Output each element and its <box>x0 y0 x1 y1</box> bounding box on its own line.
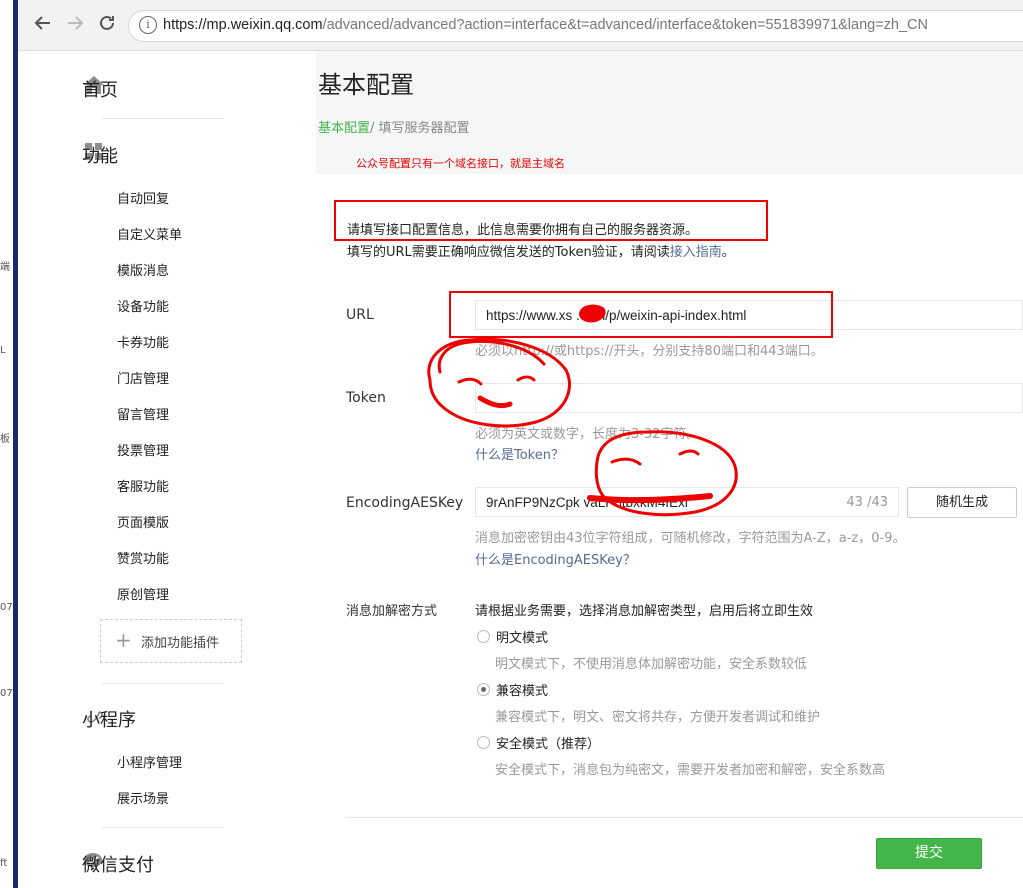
annotation-box <box>449 291 833 338</box>
main-content: 基本配置 基本配置/ 填写服务器配置 公众号配置只有一个域名接口，就是主域名 请… <box>316 51 1023 888</box>
radio-compatible[interactable]: 兼容模式 <box>477 680 548 699</box>
what-is-token-link[interactable]: 什么是Token？ <box>475 444 564 463</box>
aes-input[interactable]: 9rAnFP9NzCpk vaLP8tbxkM4fExl 43 /43 <box>475 487 899 517</box>
address-bar[interactable]: i https://mp.weixin.qq.com/advanced/adva… <box>128 10 1023 42</box>
strip-text: 板 <box>0 434 10 445</box>
radio-button[interactable] <box>477 630 490 643</box>
radio-desc: 明文模式下，不使用消息体加解密功能，安全系数较低 <box>495 657 808 672</box>
plus-icon: + <box>115 628 132 652</box>
sidebar-item[interactable]: 留言管理 <box>117 404 169 423</box>
divider <box>102 683 224 684</box>
breadcrumb-basic-config[interactable]: 基本配置 <box>318 121 370 136</box>
add-plugin-button[interactable]: + 添加功能插件 <box>100 619 242 663</box>
breadcrumb-current: 填写服务器配置 <box>378 121 470 136</box>
sidebar-pay-title[interactable]: 微信支付 <box>82 851 154 877</box>
radio-secure[interactable]: 安全模式（推荐） <box>477 733 600 752</box>
annotation-note: 公众号配置只有一个域名接口，就是主域名 <box>356 157 565 170</box>
submit-button[interactable]: 提交 <box>876 838 982 869</box>
radio-desc: 兼容模式下，明文、密文将共存，方便开发者调试和维护 <box>495 710 821 725</box>
radio-desc: 安全模式下，消息包为纯密文，需要开发者加密和解密，安全系数高 <box>495 763 886 778</box>
encrypt-mode-label: 消息加解密方式 <box>346 604 438 619</box>
sidebar-miniprogram-title[interactable]: 小程序 <box>82 706 136 732</box>
sidebar-item[interactable]: 客服功能 <box>117 476 169 495</box>
forward-arrow-icon[interactable] <box>66 14 84 37</box>
sidebar-item[interactable]: 原创管理 <box>117 584 169 603</box>
aes-char-count: 43 /43 <box>846 495 888 510</box>
left-window-strip: 端 L 板 07 07 ft <box>0 0 18 888</box>
intro-text: 请填写接口配置信息，此信息需要你拥有自己的服务器资源。 <box>347 223 699 238</box>
sidebar-item[interactable]: 自动回复 <box>117 188 169 207</box>
sidebar-home[interactable]: 首页 <box>82 76 118 102</box>
token-input[interactable] <box>475 383 1023 413</box>
strip-text: 07 <box>0 688 13 699</box>
radio-button-selected[interactable] <box>477 683 490 696</box>
access-guide-link[interactable]: 接入指南 <box>670 245 722 260</box>
encrypt-intro: 请根据业务需要，选择消息加解密类型，启用后将立即生效 <box>475 604 814 619</box>
sidebar-item[interactable]: 卡券功能 <box>117 332 169 351</box>
config-panel: 请填写接口配置信息，此信息需要你拥有自己的服务器资源。 填写的URL需要正确响应… <box>316 174 1023 888</box>
what-is-aes-link[interactable]: 什么是EncodingAESKey？ <box>475 549 636 568</box>
add-plugin-label: 添加功能插件 <box>141 636 220 651</box>
sidebar-item[interactable]: 自定义菜单 <box>117 224 182 243</box>
url-host: https://mp.weixin.qq.com <box>163 17 323 33</box>
strip-text: 端 <box>0 262 10 273</box>
sidebar-item[interactable]: 门店管理 <box>117 368 169 387</box>
sidebar-item[interactable]: 模版消息 <box>117 260 169 279</box>
aes-hint: 消息加密密钥由43位字符组成，可随机修改，字符范围为A-Z，a-z，0-9。 <box>475 531 906 546</box>
sidebar-functions-title[interactable]: 功能 <box>82 142 118 168</box>
reload-icon[interactable] <box>98 14 116 37</box>
radio-plaintext[interactable]: 明文模式 <box>477 627 548 646</box>
sidebar-item[interactable]: 展示场景 <box>117 788 169 807</box>
intro-text-2: 填写的URL需要正确响应微信发送的Token验证，请阅读接入指南。 <box>347 245 735 260</box>
page-title: 基本配置 <box>318 71 414 99</box>
browser-toolbar: i https://mp.weixin.qq.com/advanced/adva… <box>18 0 1023 51</box>
sidebar-item[interactable]: 页面模版 <box>117 512 169 531</box>
divider <box>102 118 224 119</box>
breadcrumb: 基本配置/ 填写服务器配置 <box>318 117 470 136</box>
token-hint: 必须为英文或数字，长度为3-32字符。 <box>475 427 700 442</box>
strip-text: ft <box>0 858 8 869</box>
url-hint: 必须以http://或https://开头，分别支持80端口和443端口。 <box>475 344 824 359</box>
sidebar-item[interactable]: 投票管理 <box>117 440 169 459</box>
divider <box>102 827 224 828</box>
aes-label: EncodingAESKey <box>346 495 464 511</box>
site-info-icon[interactable]: i <box>139 16 157 34</box>
divider <box>346 817 1023 818</box>
token-label: Token <box>346 390 386 406</box>
aes-input-value: 9rAnFP9NzCpk vaLP8tbxkM4fExl <box>486 495 688 510</box>
sidebar-item[interactable]: 设备功能 <box>117 296 169 315</box>
strip-text: 07 <box>0 602 13 613</box>
sidebar-item[interactable]: 小程序管理 <box>117 752 182 771</box>
random-generate-button[interactable]: 随机生成 <box>907 487 1017 518</box>
sidebar: 首页 功能 自动回复 自定义菜单 模版消息 设备功能 卡券功能 门店管理 留言管… <box>18 51 316 888</box>
url-path: /advanced/advanced?action=interface&t=ad… <box>322 17 929 33</box>
back-arrow-icon[interactable] <box>34 14 52 37</box>
breadcrumb-separator: / <box>370 121 379 136</box>
radio-button[interactable] <box>477 736 490 749</box>
strip-text: L <box>0 345 6 356</box>
url-text[interactable]: https://mp.weixin.qq.com/advanced/advanc… <box>163 17 928 33</box>
sidebar-item[interactable]: 赞赏功能 <box>117 548 169 567</box>
url-label: URL <box>346 307 374 323</box>
